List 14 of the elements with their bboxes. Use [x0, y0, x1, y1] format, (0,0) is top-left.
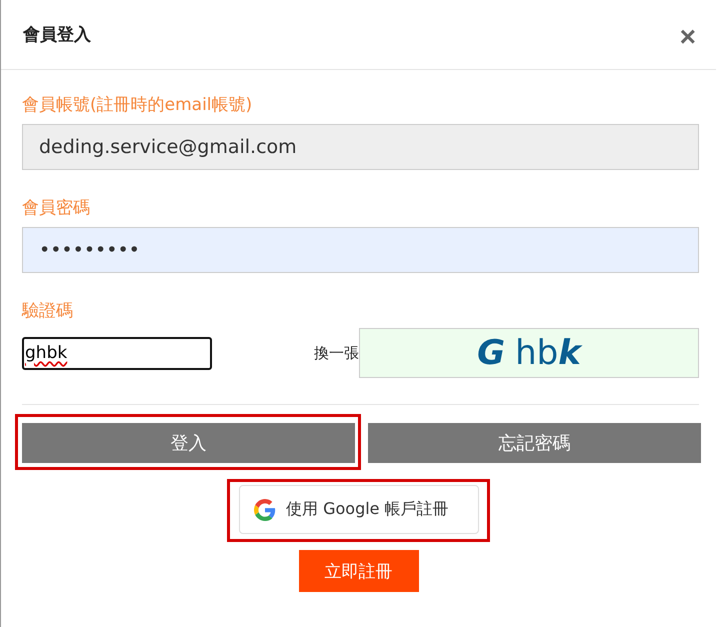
field-label: 驗證碼: [22, 300, 74, 322]
refresh-link[interactable]: 換一張: [314, 344, 359, 362]
login-button[interactable]: 登入: [22, 423, 355, 463]
google-icon: [254, 498, 276, 520]
close-button[interactable]: ×: [680, 22, 696, 50]
google-signup-button[interactable]: 使用 Google 帳戶註冊: [239, 485, 479, 534]
captcha-image: G hbk: [359, 328, 699, 378]
field-label: 會員帳號(註冊時的email帳號): [22, 94, 254, 116]
email-field[interactable]: deding.service@gmail.com: [22, 124, 699, 170]
password-field[interactable]: •••••••••: [22, 227, 699, 273]
forgot-password-button[interactable]: 忘記密碼: [368, 423, 701, 463]
dialog-title: 會員登入: [23, 24, 91, 46]
captcha-field[interactable]: ghbk: [22, 336, 212, 370]
field-label: 會員密碼: [22, 197, 91, 219]
